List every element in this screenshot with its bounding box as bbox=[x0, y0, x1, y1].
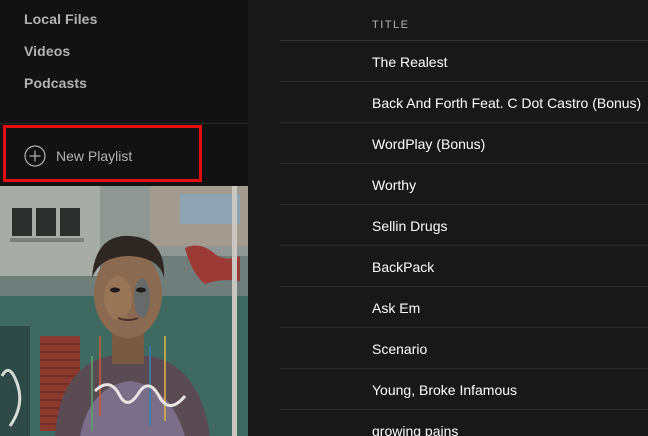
track-title: Young, Broke Infamous bbox=[372, 382, 518, 398]
sidebar-item-videos[interactable]: Videos bbox=[24, 43, 70, 59]
track-row[interactable]: BackPack bbox=[280, 246, 648, 287]
track-row[interactable]: WordPlay (Bonus) bbox=[280, 123, 648, 164]
track-title: The Realest bbox=[372, 54, 448, 70]
track-title: BackPack bbox=[372, 259, 435, 275]
track-row[interactable]: The Realest bbox=[280, 41, 648, 82]
album-cover-art[interactable] bbox=[0, 186, 248, 436]
track-title: Worthy bbox=[372, 177, 417, 193]
plus-circle-icon bbox=[24, 145, 46, 167]
track-row[interactable]: Young, Broke Infamous bbox=[280, 369, 648, 410]
track-title: Back And Forth Feat. C Dot Castro (Bonus… bbox=[372, 95, 642, 111]
new-playlist-label: New Playlist bbox=[56, 148, 133, 164]
tracklist-panel: TITLE The Realest Back And Forth Feat. C… bbox=[248, 0, 648, 436]
sidebar-item-local-files[interactable]: Local Files bbox=[24, 11, 97, 27]
sidebar: Local Files Videos Podcasts New Playlist bbox=[0, 0, 248, 436]
track-row[interactable]: Sellin Drugs bbox=[280, 205, 648, 246]
track-title: Sellin Drugs bbox=[372, 218, 448, 234]
app-window: Local Files Videos Podcasts New Playlist bbox=[0, 0, 648, 436]
track-row[interactable]: Scenario bbox=[280, 328, 648, 369]
track-title: growing pains bbox=[372, 423, 459, 436]
new-playlist-button[interactable]: New Playlist bbox=[24, 144, 132, 168]
sidebar-item-podcasts[interactable]: Podcasts bbox=[24, 75, 87, 91]
track-title: WordPlay (Bonus) bbox=[372, 136, 486, 152]
column-header-title[interactable]: TITLE bbox=[372, 19, 409, 31]
track-row[interactable]: Worthy bbox=[280, 164, 648, 205]
track-row[interactable]: growing pains bbox=[280, 410, 648, 436]
track-row[interactable]: Ask Em bbox=[280, 287, 648, 328]
track-title: Ask Em bbox=[372, 300, 421, 316]
track-title: Scenario bbox=[372, 341, 428, 357]
sidebar-divider bbox=[0, 123, 248, 124]
track-row[interactable]: Back And Forth Feat. C Dot Castro (Bonus… bbox=[280, 82, 648, 123]
